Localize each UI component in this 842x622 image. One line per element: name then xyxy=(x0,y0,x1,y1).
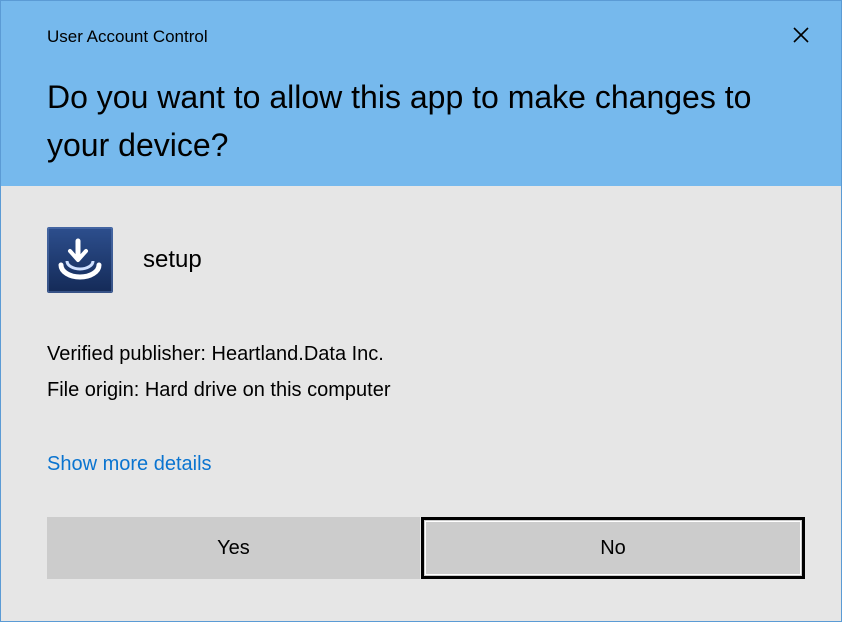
no-button[interactable]: No xyxy=(421,517,805,579)
file-origin: File origin: Hard drive on this computer xyxy=(47,379,391,401)
uac-dialog: User Account Control Do you want to allo… xyxy=(0,0,842,622)
verified-publisher: Verified publisher: Heartland.Data Inc. xyxy=(47,343,384,365)
app-name: setup xyxy=(143,246,202,273)
setup-installer-icon xyxy=(47,227,113,293)
close-button[interactable] xyxy=(773,15,829,55)
close-icon xyxy=(793,27,809,43)
app-info-row: setup xyxy=(47,225,202,295)
yes-button-label: Yes xyxy=(217,536,250,559)
window-caption: User Account Control xyxy=(47,27,208,46)
dialog-header: User Account Control Do you want to allo… xyxy=(1,1,841,186)
prompt-title: Do you want to allow this app to make ch… xyxy=(47,79,752,163)
yes-button[interactable]: Yes xyxy=(47,517,420,579)
focus-ring xyxy=(425,521,801,575)
show-more-details-link[interactable]: Show more details xyxy=(47,453,212,476)
